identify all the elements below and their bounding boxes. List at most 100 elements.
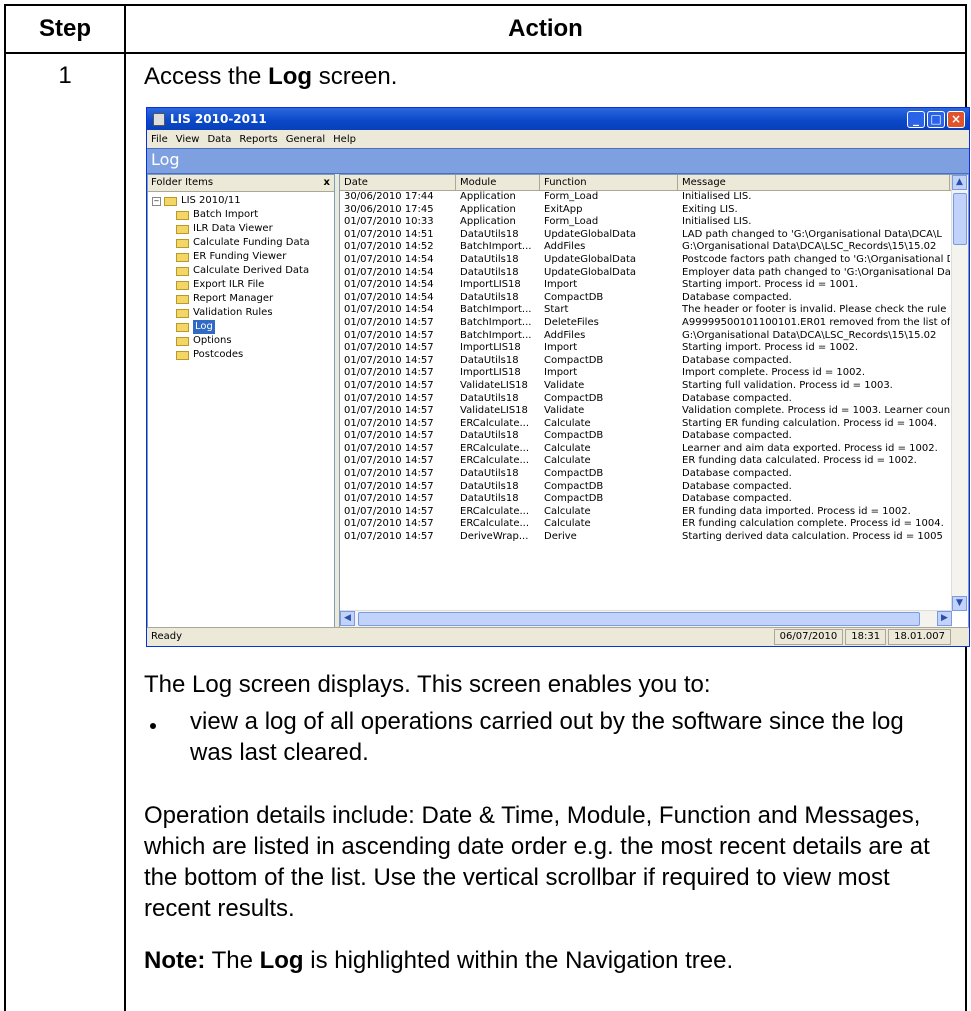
table-row[interactable]: 01/07/2010 10:33 Application Form_Load Init… — [340, 216, 968, 229]
cell-message: LAD path changed to 'G:\Organisational D… — [682, 228, 942, 240]
table-row[interactable]: 01/07/2010 14:57 BatchImport... DeleteFile… — [340, 317, 968, 330]
table-row[interactable]: 30/06/2010 17:44 Application Form_Load Init… — [340, 191, 968, 204]
note-text-2: is highlighted within the Navigation tre… — [303, 947, 734, 974]
cell-module: DataUtils18 — [460, 228, 519, 240]
table-row[interactable]: 30/06/2010 17:45 Application ExitApp Exitin… — [340, 204, 968, 217]
cell-date: 01/07/2010 14:57 — [344, 405, 434, 417]
horizontal-scrollbar[interactable]: ◀ ▶ — [340, 610, 952, 627]
minimize-button[interactable]: _ — [907, 110, 925, 128]
tree-root[interactable]: − LIS 2010/11 — [148, 194, 334, 208]
folder-icon — [176, 280, 189, 290]
details-text: Operation details include: Date & Time, … — [144, 802, 930, 922]
tree-item[interactable]: Report Manager — [148, 292, 334, 306]
menu-view[interactable]: View — [176, 134, 200, 145]
cell-date: 01/07/2010 14:57 — [344, 392, 434, 404]
cell-module: BatchImport... — [460, 304, 532, 316]
table-row[interactable]: 01/07/2010 14:57 ERCalculate... Calculate E… — [340, 455, 968, 468]
folder-icon — [176, 322, 189, 332]
table-row[interactable]: 01/07/2010 14:54 ImportLIS18 Import Startin… — [340, 279, 968, 292]
tree-item[interactable]: Batch Import — [148, 208, 334, 222]
cell-function: Form_Load — [544, 191, 599, 202]
column-date[interactable]: Date — [340, 175, 456, 190]
table-row[interactable]: 01/07/2010 14:57 BatchImport... AddFiles G:… — [340, 330, 968, 343]
vertical-scroll-thumb[interactable] — [953, 193, 967, 245]
column-module[interactable]: Module — [456, 175, 540, 190]
scroll-up-icon[interactable]: ▲ — [952, 175, 967, 190]
cell-date: 01/07/2010 14:54 — [344, 304, 434, 316]
cell-date: 01/07/2010 14:54 — [344, 266, 434, 278]
table-row[interactable]: 01/07/2010 14:52 BatchImport... AddFiles G:… — [340, 241, 968, 254]
folder-icon — [176, 210, 189, 220]
table-row[interactable]: 01/07/2010 14:54 DataUtils18 CompactDB Data… — [340, 292, 968, 305]
column-function[interactable]: Function — [540, 175, 678, 190]
tree-item[interactable]: Validation Rules — [148, 306, 334, 320]
table-row[interactable]: 01/07/2010 14:57 ERCalculate... Calculate E… — [340, 506, 968, 519]
table-row[interactable]: 01/07/2010 14:57 DataUtils18 CompactDB Data… — [340, 393, 968, 406]
tree-item[interactable]: Export ILR File — [148, 278, 334, 292]
folder-icon — [164, 196, 177, 206]
cell-module: ValidateLIS18 — [460, 405, 528, 417]
table-row[interactable]: 01/07/2010 14:57 ValidateLIS18 Validate Sta… — [340, 380, 968, 393]
instruction: Access the Log screen. — [144, 63, 397, 91]
table-row[interactable]: 01/07/2010 14:57 ERCalculate... Calculate L… — [340, 443, 968, 456]
table-row[interactable]: 01/07/2010 14:57 DataUtils18 CompactDB Data… — [340, 468, 968, 481]
column-message[interactable]: Message — [678, 175, 950, 190]
tree-item[interactable]: Postcodes — [148, 348, 334, 362]
close-button[interactable]: × — [947, 110, 965, 128]
horizontal-scroll-thumb[interactable] — [358, 612, 920, 626]
menu-general[interactable]: General — [286, 134, 325, 145]
cell-function: CompactDB — [544, 480, 604, 492]
maximize-button[interactable]: □ — [927, 110, 945, 128]
cell-date: 01/07/2010 14:57 — [344, 455, 434, 467]
cell-module: DataUtils18 — [460, 430, 519, 442]
table-row[interactable]: 01/07/2010 14:57 DataUtils18 CompactDB Data… — [340, 430, 968, 443]
tree-item[interactable]: Calculate Funding Data — [148, 236, 334, 250]
cell-date: 30/06/2010 17:45 — [344, 203, 434, 215]
cell-module: BatchImport... — [460, 241, 532, 253]
intro-text: The Log screen displays. This screen ena… — [144, 671, 711, 698]
vertical-scrollbar[interactable]: ▲ ▼ — [951, 175, 968, 611]
minimize-icon: _ — [913, 111, 919, 126]
close-pane-icon[interactable]: x — [324, 175, 330, 191]
cell-function: Calculate — [544, 455, 591, 467]
tree-item[interactable]: Calculate Derived Data — [148, 264, 334, 278]
table-row[interactable]: 01/07/2010 14:57 DataUtils18 CompactDB Data… — [340, 493, 968, 506]
tree-item[interactable]: Options — [148, 334, 334, 348]
scroll-right-icon[interactable]: ▶ — [937, 611, 952, 626]
cell-function: CompactDB — [544, 392, 604, 404]
table-row[interactable]: 01/07/2010 14:57 ImportLIS18 Import Import … — [340, 367, 968, 380]
cell-function: Validate — [544, 405, 585, 417]
cell-module: Application — [460, 191, 516, 202]
tree-item-label: ILR Data Viewer — [193, 223, 273, 234]
scroll-down-icon[interactable]: ▼ — [952, 596, 967, 611]
cell-module: DataUtils18 — [460, 468, 519, 480]
table-row[interactable]: 01/07/2010 14:57 DeriveWrap... Derive Start… — [340, 531, 968, 544]
table-row[interactable]: 01/07/2010 14:54 DataUtils18 UpdateGlobalD… — [340, 267, 968, 280]
cell-module: BatchImport... — [460, 329, 532, 341]
tree-item[interactable]: ILR Data Viewer — [148, 222, 334, 236]
table-row[interactable]: 01/07/2010 14:57 DataUtils18 CompactDB Data… — [340, 355, 968, 368]
scroll-left-icon[interactable]: ◀ — [340, 611, 355, 626]
tree-root-label: LIS 2010/11 — [181, 195, 241, 206]
table-row[interactable]: 01/07/2010 14:54 DataUtils18 UpdateGlobalD… — [340, 254, 968, 267]
tree-item[interactable]: Log — [148, 320, 334, 334]
table-row[interactable]: 01/07/2010 14:57 ValidateLIS18 Validate Val… — [340, 405, 968, 418]
table-row[interactable]: 01/07/2010 14:57 DataUtils18 CompactDB Data… — [340, 481, 968, 494]
cell-date: 01/07/2010 14:57 — [344, 417, 434, 429]
menu-help[interactable]: Help — [333, 134, 356, 145]
collapse-icon[interactable]: − — [152, 196, 161, 206]
tree-item[interactable]: ER Funding Viewer — [148, 250, 334, 264]
cell-date: 01/07/2010 14:57 — [344, 531, 434, 543]
cell-function: CompactDB — [544, 468, 604, 480]
table-row[interactable]: 01/07/2010 14:57 ImportLIS18 Import Startin… — [340, 342, 968, 355]
table-row[interactable]: 01/07/2010 14:54 BatchImport... Start The h… — [340, 304, 968, 317]
menu-data[interactable]: Data — [207, 134, 231, 145]
table-row[interactable]: 01/07/2010 14:57 ERCalculate... Calculate S… — [340, 418, 968, 431]
cell-message: ER funding data imported. Process id = 1… — [682, 505, 911, 517]
cell-message: Database compacted. — [682, 354, 792, 366]
table-row[interactable]: 01/07/2010 14:57 ERCalculate... Calculate E… — [340, 518, 968, 531]
menu-file[interactable]: File — [151, 134, 168, 145]
status-cells: 06/07/2010 18:31 18.01.007 — [772, 629, 951, 645]
table-row[interactable]: 01/07/2010 14:51 DataUtils18 UpdateGlobalD… — [340, 229, 968, 242]
menu-reports[interactable]: Reports — [239, 134, 277, 145]
